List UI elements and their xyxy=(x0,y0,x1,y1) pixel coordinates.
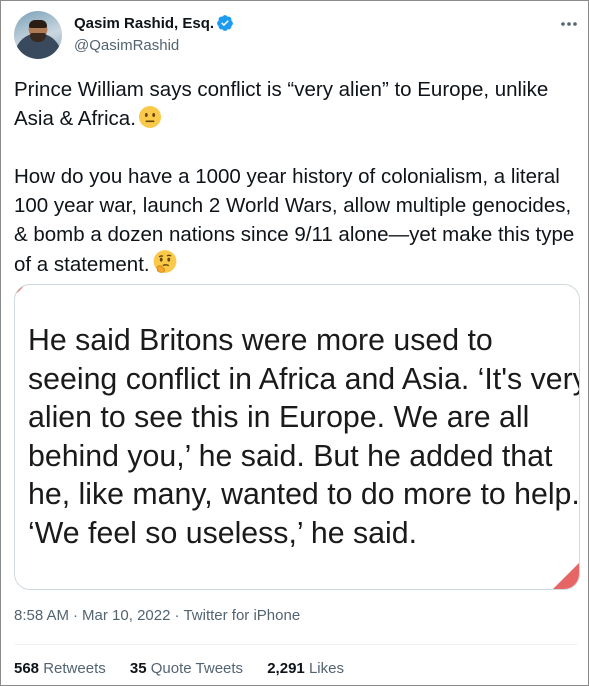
quote-tweets-label: Quote Tweets xyxy=(150,660,244,677)
avatar-beard xyxy=(30,33,46,42)
tweet-source[interactable]: Twitter for iPhone xyxy=(183,607,300,624)
avatar-hair xyxy=(29,20,47,28)
retweets-count: 568 xyxy=(14,660,40,677)
thinking-face-emoji-icon xyxy=(153,250,176,273)
media-quote-text: He said Britons were more used to seeing… xyxy=(28,324,580,550)
tweet-paragraph-1: Prince William says conflict is “very al… xyxy=(14,75,580,133)
avatar[interactable] xyxy=(14,11,62,59)
tweet-paragraph-1-text: Prince William says conflict is “very al… xyxy=(14,78,549,130)
likes-count: 2,291 xyxy=(267,660,305,677)
author-handle[interactable]: @QasimRashid xyxy=(74,37,179,54)
tweet-media-image[interactable]: He said Britons were more used to seeing… xyxy=(14,284,580,590)
retweets-label: Retweets xyxy=(43,660,106,677)
likes-stat[interactable]: 2,291 Likes xyxy=(267,660,344,677)
likes-label: Likes xyxy=(308,660,344,677)
tweet-paragraph-2: How do you have a 1000 year history of c… xyxy=(14,162,580,279)
tweet-time[interactable]: 8:58 AM xyxy=(14,607,69,624)
meta-separator: · xyxy=(174,607,180,624)
author-name[interactable]: Qasim Rashid, Esq. xyxy=(74,15,214,32)
tweet-meta: 8:58 AM · Mar 10, 2022 · Twitter for iPhone xyxy=(14,607,300,624)
divider xyxy=(14,644,578,645)
retweets-stat[interactable]: 568 Retweets xyxy=(14,660,106,677)
tweet-card: Qasim Rashid, Esq. @QasimRashid Prince W… xyxy=(0,0,589,686)
tweet-stats: 568 Retweets 35 Quote Tweets 2,291 Likes xyxy=(14,660,364,677)
verified-badge-icon xyxy=(217,15,233,31)
meta-separator: · xyxy=(73,607,79,624)
tweet-date[interactable]: Mar 10, 2022 xyxy=(82,607,170,624)
tweet-paragraph-2-text: How do you have a 1000 year history of c… xyxy=(14,165,575,276)
quote-tweets-stat[interactable]: 35 Quote Tweets xyxy=(130,660,243,677)
quote-tweets-count: 35 xyxy=(129,660,147,677)
media-corner-accent-top xyxy=(15,285,27,297)
neutral-face-emoji-icon xyxy=(138,106,161,128)
media-corner-accent-bottom xyxy=(551,561,579,589)
more-options-icon[interactable] xyxy=(559,14,579,34)
tweet-text: Prince William says conflict is “very al… xyxy=(14,75,580,279)
